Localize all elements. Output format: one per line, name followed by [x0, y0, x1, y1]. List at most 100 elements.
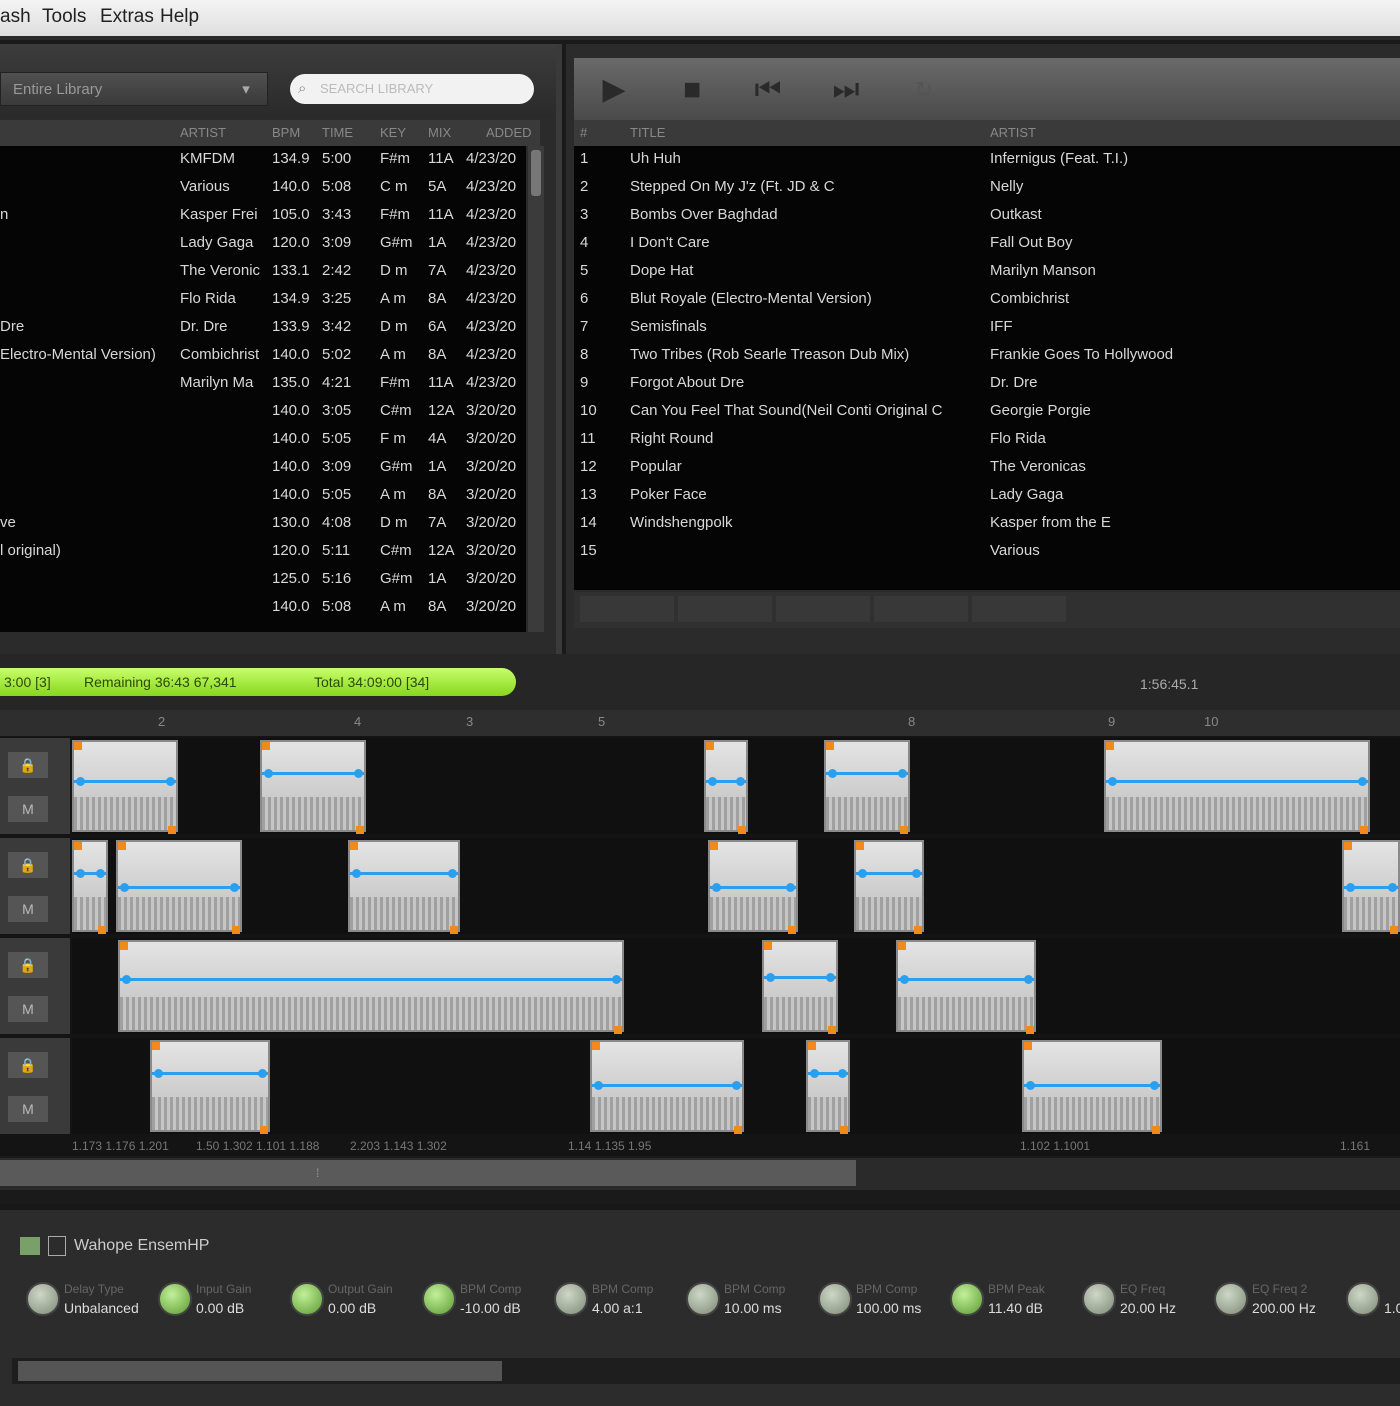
volume-envelope[interactable] — [826, 772, 908, 775]
playlist-row[interactable]: 11 Right Round Flo Rida — [574, 426, 1400, 454]
library-row[interactable]: ve 130.0 4:08 D m 7A 3/20/20 — [0, 510, 526, 538]
envelope-point[interactable] — [828, 769, 837, 778]
library-row[interactable]: Various 140.0 5:08 C m 5A 4/23/20 — [0, 174, 526, 202]
envelope-point[interactable] — [898, 769, 907, 778]
fade-handle[interactable] — [826, 742, 834, 750]
knob-icon[interactable] — [554, 1282, 588, 1316]
knob-icon[interactable] — [290, 1282, 324, 1316]
lock-icon[interactable]: 🔒 — [8, 952, 48, 978]
track-lane[interactable] — [72, 938, 1400, 1034]
fade-handle[interactable] — [1152, 1126, 1160, 1134]
envelope-point[interactable] — [708, 777, 717, 786]
library-row[interactable]: l original) 120.0 5:11 C#m 12A 3/20/20 — [0, 538, 526, 566]
playlist-row[interactable]: 9 Forgot About Dre Dr. Dre — [574, 370, 1400, 398]
col-mix[interactable]: MIX — [428, 125, 451, 140]
library-row[interactable]: 140.0 5:05 A m 8A 3/20/20 — [0, 482, 526, 510]
playlist-row[interactable]: 12 Popular The Veronicas — [574, 454, 1400, 482]
mute-icon[interactable]: M — [8, 796, 48, 822]
audio-clip[interactable] — [1022, 1040, 1162, 1134]
library-row[interactable]: 140.0 3:09 G#m 1A 3/20/20 — [0, 454, 526, 482]
track-lane[interactable] — [72, 738, 1400, 834]
fade-handle[interactable] — [356, 826, 364, 834]
envelope-point[interactable] — [120, 883, 129, 892]
fade-handle[interactable] — [120, 942, 128, 950]
volume-envelope[interactable] — [710, 886, 796, 889]
playlist-row[interactable]: 6 Blut Royale (Electro-Mental Version) Com… — [574, 286, 1400, 314]
playlist-row[interactable]: 1 Uh Huh Infernigus (Feat. T.I.) — [574, 146, 1400, 174]
volume-envelope[interactable] — [898, 978, 1034, 981]
fade-handle[interactable] — [1390, 926, 1398, 934]
envelope-point[interactable] — [712, 883, 721, 892]
volume-envelope[interactable] — [118, 886, 240, 889]
fade-handle[interactable] — [232, 926, 240, 934]
audio-clip[interactable] — [348, 840, 460, 934]
mute-icon[interactable]: M — [8, 996, 48, 1022]
knob-icon[interactable] — [818, 1282, 852, 1316]
col-key[interactable]: KEY — [380, 125, 406, 140]
volume-envelope[interactable] — [152, 1072, 268, 1075]
audio-clip[interactable] — [590, 1040, 744, 1134]
volume-envelope[interactable] — [1024, 1084, 1160, 1087]
envelope-point[interactable] — [76, 869, 85, 878]
stop-icon[interactable]: ■ — [674, 72, 710, 108]
envelope-point[interactable] — [76, 777, 85, 786]
envelope-point[interactable] — [1346, 883, 1355, 892]
menu-item-help[interactable]: Help — [160, 6, 199, 28]
col-time[interactable]: TIME — [322, 125, 353, 140]
envelope-point[interactable] — [352, 869, 361, 878]
col-number[interactable]: # — [580, 125, 587, 140]
effect-document-icon[interactable] — [48, 1236, 66, 1256]
track-header[interactable]: 🔒 M — [0, 1038, 70, 1134]
fade-handle[interactable] — [1106, 742, 1114, 750]
timeline-ruler[interactable]: 2 4 3 5 8 9 10 — [0, 710, 1400, 736]
library-row[interactable]: Dre Dr. Dre 133.9 3:42 D m 6A 4/23/20 — [0, 314, 526, 342]
playlist-row[interactable]: 7 Semisfinals IFF — [574, 314, 1400, 342]
library-row[interactable]: Electro-Mental Version) Combichrist 140.0 5… — [0, 342, 526, 370]
track-header[interactable]: 🔒 M — [0, 738, 70, 834]
envelope-point[interactable] — [736, 777, 745, 786]
envelope-point[interactable] — [810, 1069, 819, 1078]
audio-clip[interactable] — [118, 940, 624, 1034]
audio-clip[interactable] — [896, 940, 1036, 1034]
playlist-row[interactable]: 5 Dope Hat Marilyn Manson — [574, 258, 1400, 286]
fade-handle[interactable] — [350, 842, 358, 850]
volume-envelope[interactable] — [1106, 780, 1368, 783]
menu-item-1[interactable]: ash — [0, 6, 31, 28]
fade-handle[interactable] — [74, 742, 82, 750]
fade-handle[interactable] — [152, 1042, 160, 1050]
volume-envelope[interactable] — [74, 780, 176, 783]
audio-clip[interactable] — [72, 840, 108, 934]
library-row[interactable]: 125.0 5:16 G#m 1A 3/20/20 — [0, 566, 526, 594]
envelope-point[interactable] — [166, 777, 175, 786]
menu-item-extras[interactable]: Extras — [100, 6, 154, 28]
fade-handle[interactable] — [898, 942, 906, 950]
envelope-point[interactable] — [1026, 1081, 1035, 1090]
fade-handle[interactable] — [734, 1126, 742, 1134]
envelope-point[interactable] — [1358, 777, 1367, 786]
fade-handle[interactable] — [764, 942, 772, 950]
col-title[interactable]: TITLE — [630, 125, 665, 140]
fade-handle[interactable] — [450, 926, 458, 934]
playlist-row[interactable]: 15 Various — [574, 538, 1400, 566]
library-scroll-thumb[interactable] — [531, 150, 541, 196]
envelope-point[interactable] — [900, 975, 909, 984]
next-icon[interactable]: ⏭ — [828, 72, 864, 108]
previous-icon[interactable]: ⏮ — [750, 72, 786, 108]
play-icon[interactable]: ▶ — [596, 72, 632, 108]
envelope-point[interactable] — [1388, 883, 1397, 892]
fade-handle[interactable] — [706, 742, 714, 750]
fade-handle[interactable] — [808, 1042, 816, 1050]
knob-icon[interactable] — [158, 1282, 192, 1316]
envelope-point[interactable] — [1024, 975, 1033, 984]
fade-handle[interactable] — [98, 926, 106, 934]
audio-clip[interactable] — [704, 740, 748, 834]
menu-item-tools[interactable]: Tools — [42, 6, 86, 28]
audio-clip[interactable] — [116, 840, 242, 934]
fade-handle[interactable] — [1360, 826, 1368, 834]
library-row[interactable]: 140.0 3:05 C#m 12A 3/20/20 — [0, 398, 526, 426]
knob-icon[interactable] — [1214, 1282, 1248, 1316]
fade-handle[interactable] — [840, 1126, 848, 1134]
playlist-row[interactable]: 4 I Don't Care Fall Out Boy — [574, 230, 1400, 258]
fade-handle[interactable] — [856, 842, 864, 850]
envelope-point[interactable] — [230, 883, 239, 892]
